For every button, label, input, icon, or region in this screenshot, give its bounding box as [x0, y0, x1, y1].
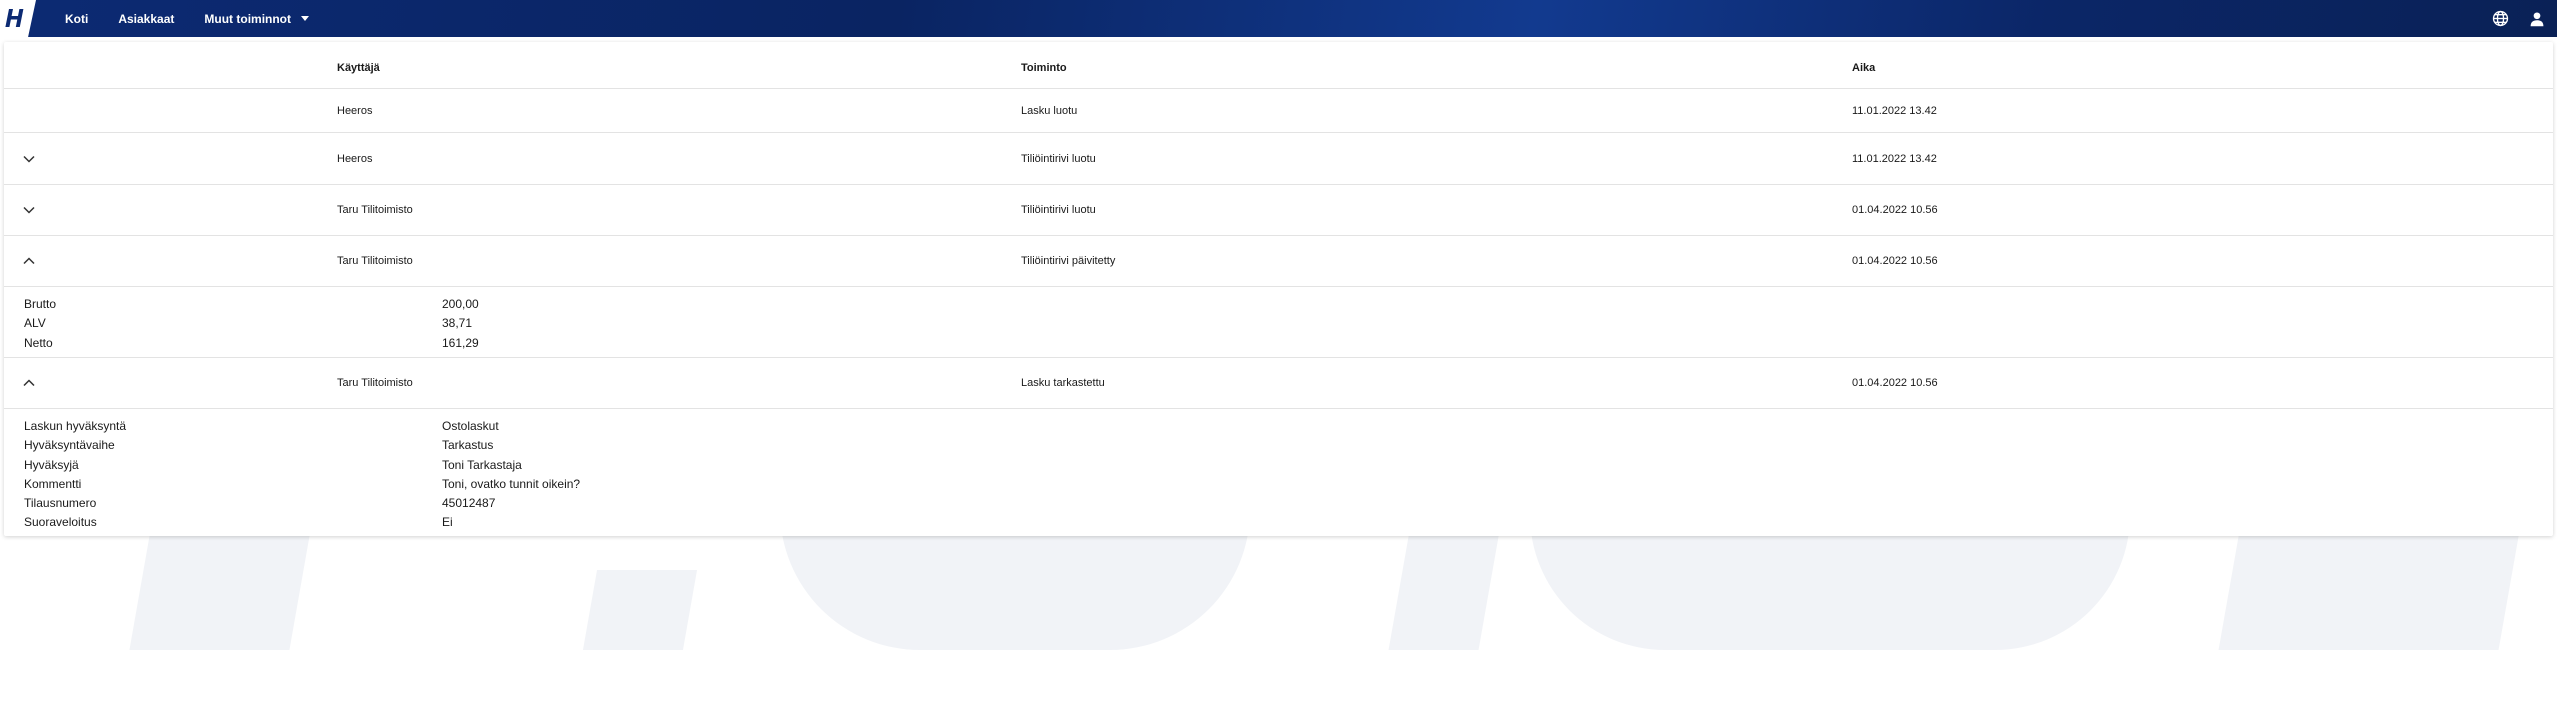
user-icon[interactable]	[2529, 11, 2545, 27]
row-time: 11.01.2022 13.42	[1852, 152, 1937, 165]
detail-row: ALV 38,71	[4, 314, 2553, 333]
row-details: Laskun hyväksyntä Ostolaskut Hyväksyntäva…	[4, 409, 2553, 536]
detail-value: Toni, ovatko tunnit oikein?	[442, 476, 581, 491]
nav-other-actions-dropdown[interactable]: Muut toiminnot	[189, 0, 324, 37]
detail-row: Laskun hyväksyntä Ostolaskut	[4, 417, 2553, 436]
detail-label: Hyväksyjä	[24, 457, 79, 472]
detail-label: Suoraveloitus	[24, 515, 97, 530]
row-action: Tiliöintirivi luotu	[1021, 152, 1096, 165]
detail-label: Kommentti	[24, 476, 82, 491]
nav-customers-label: Asiakkaat	[118, 11, 175, 26]
row-user: Taru Tilitoimisto	[337, 204, 413, 216]
detail-label: Netto	[24, 335, 53, 350]
chevron-down-icon[interactable]	[23, 206, 35, 214]
row-user: Heeros	[337, 152, 373, 165]
detail-value: Toni Tarkastaja	[442, 457, 522, 472]
detail-row: Hyväksyntävaihe Tarkastus	[4, 436, 2553, 455]
table-row[interactable]: Taru Tilitoimisto Tiliöintirivi päivitet…	[4, 236, 2553, 287]
detail-row: Netto 161,29	[4, 334, 2553, 353]
detail-row: Brutto 200,00	[4, 295, 2553, 314]
row-action: Lasku tarkastettu	[1021, 377, 1105, 389]
detail-value: 38,71	[442, 316, 473, 331]
chevron-up-icon[interactable]	[23, 257, 35, 265]
column-header-user[interactable]: Käyttäjä	[337, 62, 380, 74]
column-header-action[interactable]: Toiminto	[1021, 62, 1067, 74]
row-time: 01.04.2022 10.56	[1852, 255, 1938, 267]
row-user: Taru Tilitoimisto	[337, 255, 413, 267]
table-row: Heeros Lasku luotu 11.01.2022 13.42	[4, 89, 2553, 133]
row-time: 01.04.2022 10.56	[1852, 377, 1938, 389]
table-row[interactable]: Taru Tilitoimisto Lasku tarkastettu 01.0…	[4, 358, 2553, 409]
detail-value: 161,29	[442, 335, 479, 350]
main-nav: Koti Asiakkaat Muut toiminnot	[50, 0, 324, 37]
row-action: Lasku luotu	[1021, 104, 1078, 117]
detail-value: Ostolaskut	[442, 419, 499, 433]
audit-log-table: Käyttäjä Toiminto Aika Heeros Lasku luot…	[4, 42, 2553, 536]
row-action: Tiliöintirivi luotu	[1021, 204, 1096, 216]
detail-label: Laskun hyväksyntä	[24, 419, 127, 433]
top-navigation-bar: Koti Asiakkaat Muut toiminnot	[0, 0, 2557, 37]
nav-home-label: Koti	[65, 11, 89, 26]
row-time: 11.01.2022 13.42	[1852, 104, 1937, 117]
column-header-time[interactable]: Aika	[1852, 62, 1875, 74]
heeros-logo-icon[interactable]	[0, 0, 36, 37]
row-action: Tiliöintirivi päivitetty	[1021, 255, 1116, 267]
row-user: Heeros	[337, 104, 373, 117]
globe-icon[interactable]	[2492, 10, 2509, 27]
detail-value: Ei	[442, 515, 453, 530]
row-user: Taru Tilitoimisto	[337, 377, 413, 389]
chevron-down-icon[interactable]	[23, 155, 35, 163]
chevron-up-icon[interactable]	[23, 379, 35, 387]
detail-label: ALV	[24, 316, 46, 331]
detail-label: Brutto	[24, 297, 57, 311]
detail-value: 200,00	[442, 297, 479, 311]
table-row[interactable]: Taru Tilitoimisto Tiliöintirivi luotu 01…	[4, 185, 2553, 236]
row-time: 01.04.2022 10.56	[1852, 204, 1938, 216]
nav-home[interactable]: Koti	[50, 0, 103, 37]
detail-row: Suoraveloitus Ei	[4, 513, 2553, 532]
nav-customers[interactable]: Asiakkaat	[103, 0, 189, 37]
detail-value: Tarkastus	[442, 438, 494, 453]
table-row[interactable]: Heeros Tiliöintirivi luotu 11.01.2022 13…	[4, 133, 2553, 185]
detail-label: Hyväksyntävaihe	[24, 438, 115, 453]
nav-other-actions-label: Muut toiminnot	[204, 11, 292, 26]
row-details: Brutto 200,00 ALV 38,71 Netto 161,29	[4, 287, 2553, 358]
detail-row: Hyväksyjä Toni Tarkastaja	[4, 456, 2553, 475]
table-header: Käyttäjä Toiminto Aika	[4, 42, 2553, 89]
detail-row: Kommentti Toni, ovatko tunnit oikein?	[4, 475, 2553, 494]
detail-label: Tilausnumero	[24, 496, 97, 511]
detail-value: 45012487	[442, 496, 496, 511]
caret-down-icon	[301, 16, 310, 21]
detail-row: Tilausnumero 45012487	[4, 494, 2553, 513]
